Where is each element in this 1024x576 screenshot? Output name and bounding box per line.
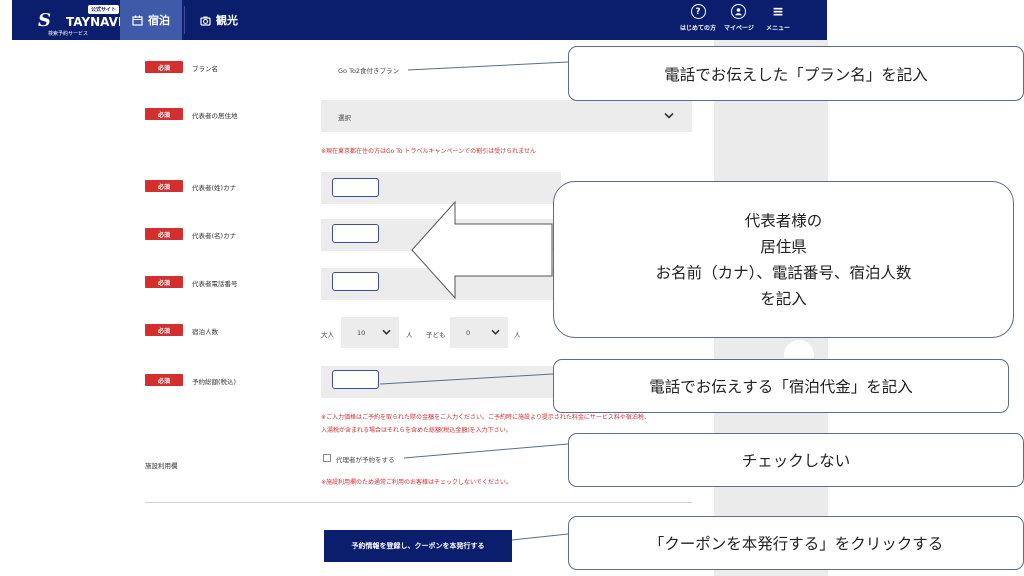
divider [145,502,692,503]
adult-unit: 人 [406,331,413,339]
user-icon [731,4,747,19]
logo-mark: S [38,10,51,31]
check-pointer-line [403,443,569,459]
tab-lodging[interactable]: 宿泊 [120,0,182,40]
required-badge: 必須 [145,228,183,240]
logo-badge: 公式サイト [88,5,120,14]
chevron-down-icon [491,329,500,335]
residence-select-value: 選択 [338,114,351,122]
required-badge: 必須 [145,276,183,288]
child-label: 子ども [426,331,446,339]
callout-rep-line-4: を記入 [760,289,807,308]
tab-sightseeing[interactable]: 観光 [200,0,238,40]
menu-icon: ≡ [772,3,784,20]
register-and-issue-coupon-button[interactable]: 予約情報を登録し、クーポンを本発行する [324,530,512,562]
total-note-1: ※ご入力価格はご予約を取られた際の金額をご入力ください。ご予約時に施設より提示さ… [321,414,650,421]
site-header: 公式サイト S TAYNAVI 検索予約サービス 宿泊 観光 ? はじめての方 … [12,0,827,40]
chevron-down-icon [664,112,674,119]
phone-label: 代表者電話番号 [192,280,238,288]
chevron-down-icon [382,329,391,335]
plan-name-value: Go To2食付きプラン [338,67,400,75]
callout-rep-line-3: お名前（カナ）、電話番号、宿泊人数 [655,263,912,282]
logo-subtitle: 検索予約サービス [48,31,89,37]
child-count-value: 0 [466,328,471,337]
plan-name-label: プラン名 [192,65,218,73]
last-name-kana-input[interactable] [332,178,379,197]
staynavi-logo[interactable]: 公式サイト S TAYNAVI 検索予約サービス [38,3,128,37]
mypage-button[interactable]: マイページ [724,4,754,32]
child-unit: 人 [514,331,521,339]
callout-rep-line-2: 居住県 [760,237,807,256]
screenshot-stage: 公式サイト S TAYNAVI 検索予約サービス 宿泊 観光 ? はじめての方 … [0,0,1024,576]
callout-coupon: 「クーポンを本発行する」をクリックする [568,516,1024,570]
tab-separator [184,6,185,34]
required-badge: 必須 [145,108,183,120]
total-amount-input[interactable] [332,370,379,389]
callout-amount: 電話でお伝えする「宿泊代金」を記入 [553,359,1009,413]
facility-note: ※施設利用欄のため通常ご利用のお客様はチェックしないでください。 [321,479,512,486]
first-name-kana-input[interactable] [332,224,379,243]
proxy-booking-checkbox[interactable] [323,454,331,462]
residence-label: 代表者の居住地 [192,112,238,120]
phone-input[interactable] [332,272,379,291]
total-note-2: 入湯税が含まれる場合はそれらを含めた総額(税込金額)を入力下さい。 [321,427,512,434]
first-time-button[interactable]: ? はじめての方 [680,4,716,32]
guests-label: 宿泊人数 [192,328,218,336]
proxy-booking-label: 代理者が予約をする [336,456,395,464]
adult-label: 大人 [321,331,334,339]
tab-sightseeing-label: 観光 [216,14,238,27]
residence-note: ※現在東京都在住の方はGo To トラベルキャンペーンでの割引は受けられません [321,148,536,155]
total-label: 予約総額(税込) [192,378,237,386]
required-badge: 必須 [145,180,183,192]
left-margin [12,40,115,576]
residence-select[interactable]: 選択 [321,100,692,132]
last-name-kana-label: 代表者(姓)カナ [192,184,237,192]
facility-label: 施設利用欄 [145,462,178,470]
calendar-icon [132,15,143,26]
required-badge: 必須 [145,374,183,386]
logo-word: TAYNAVI [66,15,123,29]
question-icon: ? [690,4,706,19]
tab-lodging-label: 宿泊 [148,14,170,27]
callout-representative: 代表者様の 居住県 お名前（カナ）、電話番号、宿泊人数 を記入 [553,181,1014,338]
camera-icon [200,16,211,26]
required-badge: 必須 [145,324,183,336]
coupon-pointer-line [511,533,569,541]
mypage-label: マイページ [724,25,754,32]
first-name-kana-label: 代表者(名)カナ [192,232,237,240]
child-count-select[interactable]: 0 [450,317,508,348]
menu-label: メニュー [766,25,791,32]
menu-button[interactable]: ≡ メニュー [766,3,791,33]
callout-rep-line-1: 代表者様の [744,211,823,230]
adult-count-select[interactable]: 10 [341,317,399,348]
required-badge: 必須 [145,61,183,73]
callout-no-check: チェックしない [568,433,1024,487]
adult-count-value: 10 [357,328,366,337]
callout-plan-name: 電話でお伝えした「プラン名」を記入 [568,46,1024,101]
first-time-label: はじめての方 [680,25,717,32]
plan-pointer-line [407,61,569,71]
